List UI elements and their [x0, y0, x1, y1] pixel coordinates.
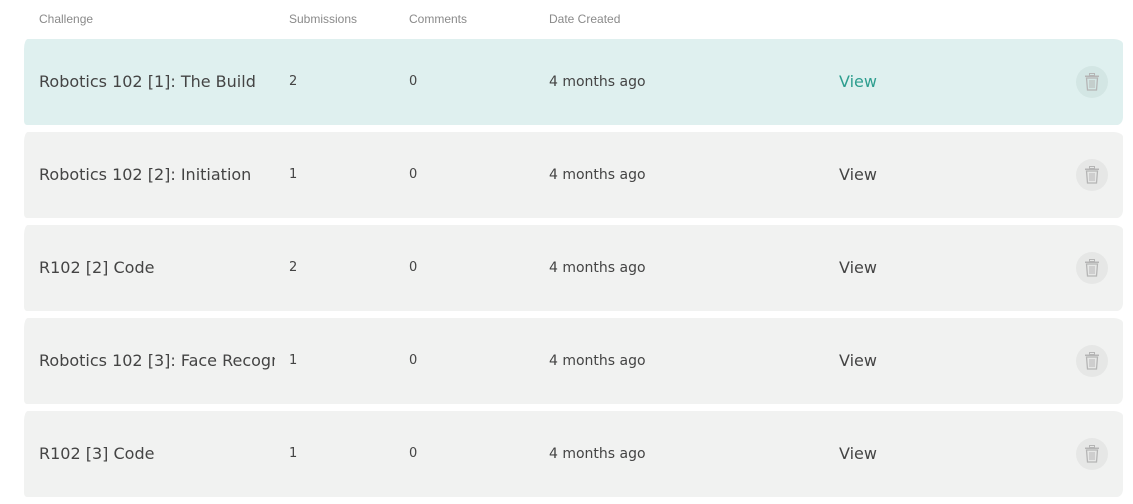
challenges-page: Challenge Submissions Comments Date Crea…	[0, 0, 1133, 504]
table-row[interactable]: Robotics 102 [1]: The Build 2 0 4 months…	[24, 39, 1123, 125]
trash-icon	[1085, 166, 1099, 184]
delete-button[interactable]	[1076, 66, 1108, 98]
view-link[interactable]: View	[839, 132, 899, 218]
header-date-created: Date Created	[549, 12, 621, 26]
date-created: 4 months ago	[549, 167, 646, 183]
submissions-count: 1	[289, 167, 298, 182]
table-row[interactable]: Robotics 102 [3]: Face Recognitio 1 0 4 …	[24, 318, 1123, 404]
trash-icon	[1085, 259, 1099, 277]
delete-button[interactable]	[1076, 345, 1108, 377]
submissions-count: 1	[289, 446, 298, 461]
delete-button[interactable]	[1076, 438, 1108, 470]
comments-count: 0	[409, 260, 418, 275]
table-row[interactable]: R102 [3] Code 1 0 4 months ago View	[24, 411, 1123, 497]
view-link[interactable]: View	[839, 39, 899, 125]
challenge-name: Robotics 102 [2]: Initiation	[39, 165, 252, 184]
table-row[interactable]: Robotics 102 [2]: Initiation 1 0 4 month…	[24, 132, 1123, 218]
challenge-list: Robotics 102 [1]: The Build 2 0 4 months…	[24, 39, 1123, 504]
table-header: Challenge Submissions Comments Date Crea…	[0, 0, 1133, 38]
view-link[interactable]: View	[839, 411, 899, 497]
date-created: 4 months ago	[549, 74, 646, 90]
challenge-name: Robotics 102 [1]: The Build	[39, 72, 256, 91]
trash-icon	[1085, 352, 1099, 370]
submissions-count: 1	[289, 353, 298, 368]
trash-icon	[1085, 445, 1099, 463]
trash-icon	[1085, 73, 1099, 91]
date-created: 4 months ago	[549, 353, 646, 369]
comments-count: 0	[409, 446, 418, 461]
date-created: 4 months ago	[549, 260, 646, 276]
header-challenge: Challenge	[39, 12, 94, 26]
date-created: 4 months ago	[549, 446, 646, 462]
submissions-count: 2	[289, 260, 298, 275]
comments-count: 0	[409, 353, 418, 368]
challenge-name: R102 [3] Code	[39, 444, 155, 463]
header-comments: Comments	[409, 12, 468, 26]
comments-count: 0	[409, 167, 418, 182]
submissions-count: 2	[289, 74, 298, 89]
challenge-name: R102 [2] Code	[39, 258, 155, 277]
delete-button[interactable]	[1076, 252, 1108, 284]
comments-count: 0	[409, 74, 418, 89]
table-row[interactable]: R102 [2] Code 2 0 4 months ago View	[24, 225, 1123, 311]
view-link[interactable]: View	[839, 318, 899, 404]
view-link[interactable]: View	[839, 225, 899, 311]
header-submissions: Submissions	[289, 12, 358, 26]
delete-button[interactable]	[1076, 159, 1108, 191]
challenge-name: Robotics 102 [3]: Face Recognitio	[39, 351, 275, 370]
